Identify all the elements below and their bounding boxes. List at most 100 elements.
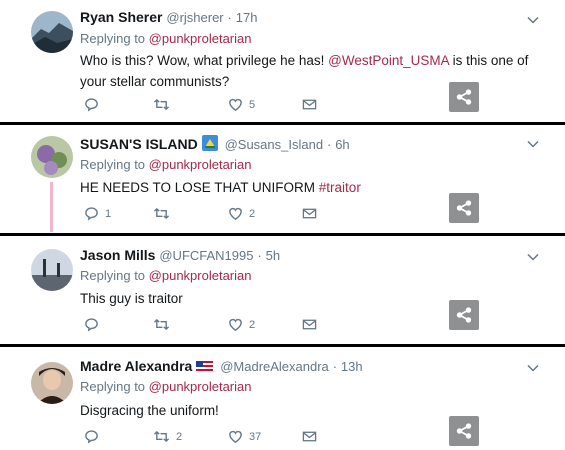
reply-icon [84, 206, 99, 221]
replying-to: Replying to @punkproletarian [80, 379, 252, 394]
tweet-mention[interactable]: @WestPoint_USMA [328, 53, 449, 68]
tweet[interactable]: Madre Alexandra @MadreAlexandra · 13h Re… [0, 347, 565, 450]
envelope-icon [302, 206, 317, 221]
separator-dot: · [227, 10, 232, 25]
retweet-icon [153, 429, 170, 444]
reply-icon [84, 97, 99, 112]
like-count: 5 [249, 98, 256, 111]
avatar[interactable] [31, 362, 73, 404]
heart-icon [228, 317, 243, 332]
reply-icon [84, 317, 99, 332]
like-count: 37 [249, 430, 262, 443]
like-count: 2 [249, 207, 256, 220]
user-handle[interactable]: @Susans_Island [225, 137, 323, 152]
replying-to: Replying to @punkproletarian [80, 268, 252, 283]
replying-to: Replying to @punkproletarian [80, 157, 252, 172]
avatar-image [31, 249, 73, 291]
avatar[interactable] [31, 249, 73, 291]
tweet-text-part: Who is this? Wow, what privilege he has! [80, 53, 329, 68]
hashtag[interactable]: #traitor [319, 180, 361, 195]
avatar-image [31, 362, 73, 404]
tweet-text-part: HE NEEDS TO LOSE THAT UNIFORM [80, 180, 319, 195]
timestamp[interactable]: 17h [236, 10, 258, 25]
user-handle[interactable]: @rjsherer [166, 10, 223, 25]
tweet[interactable]: Ryan Sherer @rjsherer · 17h Replying to … [0, 0, 565, 122]
tweet-text-part: Disgracing the uniform! [80, 403, 219, 418]
share-button[interactable] [449, 416, 479, 446]
display-name[interactable]: Ryan Sherer [80, 9, 162, 25]
heart-icon [228, 429, 243, 444]
replying-to-label: Replying to [80, 157, 146, 172]
tweet-header: Jason Mills @UFCFAN1995 · 5h [80, 247, 280, 263]
tweet-text-part: This guy is traitor [80, 291, 183, 306]
retweet-action[interactable] [153, 317, 170, 332]
tweet-header: Ryan Sherer @rjsherer · 17h [80, 9, 257, 25]
user-handle[interactable]: @UFCFAN1995 [159, 248, 253, 263]
envelope-icon [302, 97, 317, 112]
separator-dot: · [257, 248, 262, 263]
retweet-action[interactable]: 2 [153, 429, 182, 444]
share-button[interactable] [449, 300, 479, 330]
replying-to-mention[interactable]: @punkproletarian [149, 31, 252, 46]
share-icon [455, 199, 473, 217]
chevron-down-icon[interactable] [527, 253, 539, 261]
share-button[interactable] [449, 193, 479, 223]
display-name[interactable]: Jason Mills [80, 247, 155, 263]
replying-to-label: Replying to [80, 31, 146, 46]
tweet[interactable]: Jason Mills @UFCFAN1995 · 5h Replying to… [0, 236, 565, 344]
timestamp[interactable]: 6h [335, 137, 349, 152]
reply-action[interactable] [84, 429, 99, 444]
retweet-icon [153, 206, 170, 221]
like-action[interactable]: 5 [228, 97, 255, 112]
reply-action[interactable] [84, 97, 99, 112]
share-icon [455, 88, 473, 106]
tweet-header: Madre Alexandra @MadreAlexandra · 13h [80, 358, 363, 376]
replying-to-mention[interactable]: @punkproletarian [149, 157, 252, 172]
chevron-down-icon[interactable] [527, 16, 539, 24]
replying-to: Replying to @punkproletarian [80, 31, 252, 46]
avatar-image [31, 11, 73, 53]
heart-icon [228, 97, 243, 112]
dm-action[interactable] [302, 206, 317, 221]
share-button[interactable] [449, 82, 479, 112]
separator-dot: · [326, 137, 332, 152]
thread-line [50, 182, 53, 232]
retweet-action[interactable] [153, 97, 170, 112]
chevron-down-icon[interactable] [527, 364, 539, 372]
replying-to-label: Replying to [80, 268, 146, 283]
avatar[interactable] [31, 11, 73, 53]
tweet[interactable]: SUSAN'S ISLAND @Susans_Island · 6h Reply… [0, 125, 565, 233]
reply-count: 1 [105, 207, 112, 220]
share-icon [455, 306, 473, 324]
chevron-down-icon[interactable] [527, 140, 539, 148]
replying-to-label: Replying to [80, 379, 146, 394]
retweet-action[interactable] [153, 206, 170, 221]
envelope-icon [302, 429, 317, 444]
like-count: 2 [249, 318, 256, 331]
replying-to-mention[interactable]: @punkproletarian [149, 268, 252, 283]
us-flag-icon [196, 360, 214, 376]
timestamp[interactable]: 5h [266, 248, 280, 263]
reply-action[interactable]: 1 [84, 206, 111, 221]
avatar-image [31, 136, 73, 178]
display-name[interactable]: Madre Alexandra [80, 358, 192, 374]
retweet-count: 2 [176, 430, 183, 443]
timestamp[interactable]: 13h [341, 359, 363, 374]
dm-action[interactable] [302, 317, 317, 332]
replying-to-mention[interactable]: @punkproletarian [149, 379, 252, 394]
like-action[interactable]: 2 [228, 317, 255, 332]
user-handle[interactable]: @MadreAlexandra [220, 359, 329, 374]
like-action[interactable]: 2 [228, 206, 255, 221]
heart-icon [228, 206, 243, 221]
display-name[interactable]: SUSAN'S ISLAND [80, 136, 198, 152]
retweet-icon [153, 97, 170, 112]
avatar[interactable] [31, 136, 73, 178]
dm-action[interactable] [302, 429, 317, 444]
reply-icon [84, 429, 99, 444]
like-action[interactable]: 37 [228, 429, 261, 444]
dm-action[interactable] [302, 97, 317, 112]
tweet-header: SUSAN'S ISLAND @Susans_Island · 6h [80, 135, 350, 154]
reply-action[interactable] [84, 317, 99, 332]
envelope-icon [302, 317, 317, 332]
retweet-icon [153, 317, 170, 332]
